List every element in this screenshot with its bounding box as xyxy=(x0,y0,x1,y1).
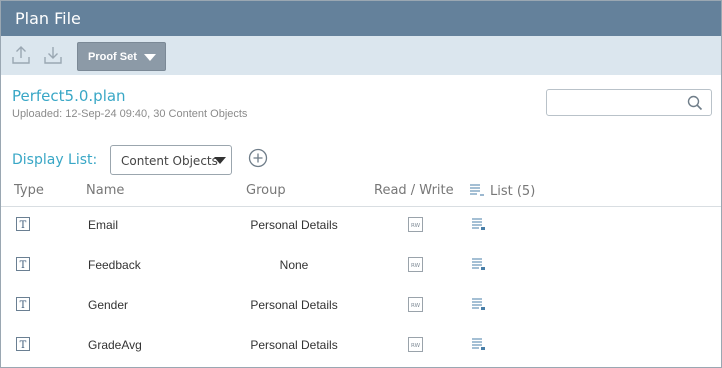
row-name: GradeAvg xyxy=(88,338,142,352)
list-membership-icon[interactable] xyxy=(471,337,487,356)
panel-title: Plan File xyxy=(15,9,81,28)
read-write-icon[interactable]: RW xyxy=(408,297,423,317)
svg-text:RW: RW xyxy=(411,303,421,309)
text-type-icon: T xyxy=(16,217,30,236)
svg-text:T: T xyxy=(20,260,27,271)
text-type-icon: T xyxy=(16,337,30,356)
list-header-label: List (5) xyxy=(490,184,536,199)
column-header-type[interactable]: Type xyxy=(14,183,44,198)
column-header-group[interactable]: Group xyxy=(246,183,286,198)
table-row[interactable]: T Feedback None RW xyxy=(1,245,721,285)
column-header-name[interactable]: Name xyxy=(86,183,124,198)
svg-text:T: T xyxy=(20,220,27,231)
plan-upload-info: Uploaded: 12-Sep-24 09:40, 30 Content Ob… xyxy=(12,108,248,120)
plan-file-panel: Plan File Proof Set Perfect5.0.plan Uplo… xyxy=(0,0,722,368)
column-header-list[interactable]: List (5) xyxy=(469,183,535,199)
read-write-icon[interactable]: RW xyxy=(408,257,423,277)
display-list-select[interactable]: Content Objects xyxy=(110,145,232,175)
svg-text:RW: RW xyxy=(411,223,421,229)
proof-set-dropdown[interactable]: Proof Set xyxy=(77,42,166,71)
svg-text:T: T xyxy=(20,300,27,311)
list-membership-icon[interactable] xyxy=(471,257,487,276)
plan-file-name[interactable]: Perfect5.0.plan xyxy=(12,87,126,105)
toolbar: Proof Set xyxy=(1,36,721,75)
list-icon xyxy=(470,184,484,196)
title-bar: Plan File xyxy=(1,1,721,36)
svg-text:RW: RW xyxy=(411,343,421,349)
row-group: None xyxy=(279,258,309,272)
svg-text:T: T xyxy=(20,340,27,351)
display-list-label: Display List: xyxy=(12,152,98,168)
table-row[interactable]: T Gender Personal Details RW xyxy=(1,285,721,325)
list-membership-icon[interactable] xyxy=(471,217,487,236)
chevron-down-icon xyxy=(214,157,226,164)
table-row[interactable]: T GradeAvg Personal Details RW xyxy=(1,325,721,365)
table-row[interactable]: T Email Personal Details RW xyxy=(1,205,721,245)
download-icon[interactable] xyxy=(43,45,63,65)
row-name: Email xyxy=(88,218,119,232)
row-group: Personal Details xyxy=(250,298,338,312)
search-icon[interactable] xyxy=(687,95,703,111)
row-name: Gender xyxy=(88,298,129,312)
row-group: Personal Details xyxy=(250,338,338,352)
add-list-button[interactable] xyxy=(248,148,268,168)
text-type-icon: T xyxy=(16,297,30,316)
chevron-down-icon xyxy=(144,54,156,61)
read-write-icon[interactable]: RW xyxy=(408,217,423,237)
plus-circle-icon xyxy=(248,148,268,168)
svg-text:RW: RW xyxy=(411,263,421,269)
display-list-selected: Content Objects xyxy=(121,154,218,168)
list-membership-icon[interactable] xyxy=(471,297,487,316)
proof-set-label: Proof Set xyxy=(88,51,137,63)
text-type-icon: T xyxy=(16,257,30,276)
search-input[interactable] xyxy=(546,89,712,116)
column-header-read-write[interactable]: Read / Write xyxy=(374,183,454,198)
row-group: Personal Details xyxy=(250,218,338,232)
upload-icon[interactable] xyxy=(11,45,31,65)
row-name: Feedback xyxy=(88,258,141,272)
read-write-icon[interactable]: RW xyxy=(408,337,423,357)
